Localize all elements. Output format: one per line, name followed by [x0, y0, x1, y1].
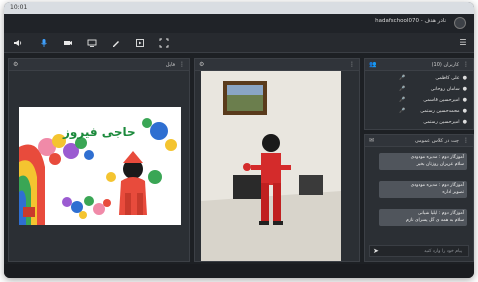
chat-title: چت در کلاس عمومی — [414, 138, 459, 144]
user-name: علی کاظمی — [435, 75, 460, 81]
video-frame — [201, 71, 341, 261]
slide-canvas: حاجی فیروز — [19, 107, 181, 225]
more-options-icon[interactable]: ⋮ — [349, 61, 355, 68]
chat-input[interactable]: ➤ پیام خود را وارد کنید — [369, 245, 469, 257]
video-header: ⚙ ⋮ — [195, 59, 359, 71]
user-item[interactable]: امیرحسین رستمی ● — [423, 118, 467, 126]
more-options-icon[interactable]: ⋮ — [179, 61, 185, 68]
user-name: امیرحسین رستمی — [423, 119, 460, 125]
chat-input-placeholder: پیام خود را وارد کنید — [424, 249, 462, 254]
message-text: سلام عزیزان روزتان بخیر — [416, 161, 464, 167]
toolbar: ☰ — [4, 33, 474, 53]
slide-heading: حاجی فیروز — [63, 125, 136, 139]
user-icon: ● — [462, 108, 467, 114]
menu-icon[interactable]: ☰ — [458, 38, 468, 48]
page-title: hadafschool070 - نادر هدف — [375, 18, 446, 24]
browser-bar: 10:01 — [4, 2, 474, 14]
status-bar — [4, 264, 474, 278]
chat-message: آموزگار دوم : مدیره مودودی سلام عزیزان ر… — [379, 153, 467, 170]
mic-icon: 🎤 — [399, 86, 406, 92]
user-item[interactable]: امیرحسین قاسمی ● — [423, 96, 467, 104]
message-text: سلام به همه ی گل پسرای نازم — [405, 217, 464, 223]
mic-icon: 🎤 — [399, 97, 406, 103]
send-icon[interactable]: ➤ — [373, 247, 379, 255]
users-header: 👥 کاربران (10) ⋮ — [365, 59, 473, 71]
screen-share-icon[interactable] — [86, 37, 98, 49]
presentation-title: فایل — [165, 62, 175, 68]
panel-settings-icon[interactable]: ⚙ — [199, 61, 204, 68]
presentation-header: ⚙ فایل ⋮ — [9, 59, 189, 71]
draw-icon[interactable] — [110, 37, 122, 49]
mic-icon: 🎤 — [399, 108, 406, 114]
more-options-icon[interactable]: ⋮ — [463, 137, 469, 144]
chat-panel: ✉ چت در کلاس عمومی ⋮ آموزگار دوم : مدیره… — [364, 134, 474, 262]
more-options-icon[interactable]: ⋮ — [463, 61, 469, 68]
presentation-panel: ⚙ فایل ⋮ حاجی فیروز — [8, 58, 190, 262]
user-name: سامان روحانی — [430, 86, 460, 92]
app-header: hadafschool070 - نادر هدف — [4, 14, 474, 33]
chat-message: آموزگار دوم : مدیره مودودی تصویر اداره — [379, 181, 467, 198]
users-icon: 👥 — [369, 61, 377, 68]
clock: 10:01 — [10, 4, 28, 11]
user-icon: ● — [462, 97, 467, 103]
mic-icon: 🎤 — [399, 75, 406, 81]
user-name: محمدحسین رستمی — [420, 108, 460, 114]
speaker-icon[interactable] — [12, 37, 24, 49]
camera-icon[interactable] — [62, 37, 74, 49]
user-item[interactable]: سامان روحانی ● — [431, 85, 467, 93]
video-panel: ⚙ ⋮ — [194, 58, 360, 262]
message-text: تصویر اداره — [442, 189, 464, 195]
panel-settings-icon[interactable]: ⚙ — [13, 61, 18, 68]
avatar[interactable] — [454, 17, 466, 29]
media-icon[interactable] — [134, 37, 146, 49]
webcam-video — [201, 71, 341, 261]
app-window: 10:01 hadafschool070 - نادر هدف ☰ ⚙ فایل… — [4, 2, 474, 278]
chat-header: ✉ چت در کلاس عمومی ⋮ — [365, 135, 473, 147]
fullscreen-icon[interactable] — [158, 37, 170, 49]
user-item[interactable]: علی کاظمی ● — [435, 74, 467, 82]
user-icon: ● — [462, 86, 467, 92]
user-name: امیرحسین قاسمی — [423, 97, 460, 103]
user-item[interactable]: محمدحسین رستمی ● — [420, 107, 467, 115]
users-title: کاربران (10) — [431, 62, 459, 68]
chat-icon: ✉ — [369, 137, 375, 144]
user-icon: ● — [462, 119, 467, 125]
users-panel: 👥 کاربران (10) ⋮ علی کاظمی ● 🎤 سامان روح… — [364, 58, 474, 130]
mic-icon[interactable] — [38, 37, 50, 49]
user-icon: ● — [462, 75, 467, 81]
chat-message: آموزگار دوم : ایلیا شیانی سلام به همه ی … — [379, 209, 467, 226]
